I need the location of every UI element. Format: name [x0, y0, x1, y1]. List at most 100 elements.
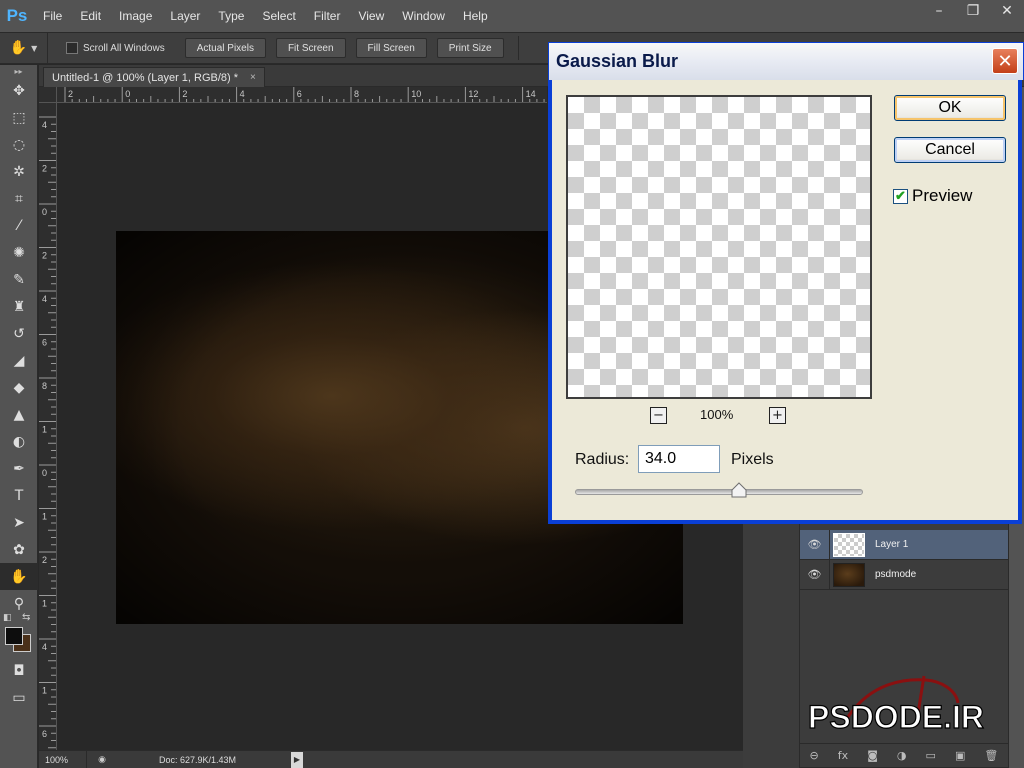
status-arrow-button[interactable]: ▶ — [291, 751, 303, 768]
zoom-out-button[interactable]: − — [650, 407, 667, 424]
fill-screen-button[interactable]: Fill Screen — [355, 38, 427, 58]
preview-label: Preview — [912, 186, 973, 205]
close-icon[interactable]: × — [250, 72, 256, 83]
link-icon[interactable]: ⊖ — [810, 749, 819, 762]
minimize-button[interactable]: – — [922, 0, 956, 22]
crop-icon[interactable]: ⌗ — [0, 185, 38, 212]
custom-shape-icon[interactable]: ✿ — [0, 536, 38, 563]
ok-button[interactable]: OK — [894, 95, 1006, 121]
ruler-tick-label: 4 — [42, 642, 47, 652]
tool-preset-picker[interactable]: ✋ ▼ — [0, 33, 48, 63]
history-brush-icon[interactable]: ↺ — [0, 320, 38, 347]
marquee-icon[interactable]: ⬚ — [0, 104, 38, 131]
radius-slider[interactable] — [575, 489, 863, 495]
cancel-button[interactable]: Cancel — [894, 137, 1006, 163]
eyedropper-icon[interactable]: ⁄ — [0, 212, 38, 239]
photoshop-logo: Ps — [6, 6, 28, 25]
move-icon[interactable]: ✥ — [0, 77, 38, 104]
ruler-tick-label: 12 — [468, 89, 478, 99]
panel-grip[interactable]: ▸▸ — [0, 65, 37, 77]
eraser-icon[interactable]: ◢ — [0, 347, 38, 374]
group-icon[interactable]: ▭ — [926, 749, 936, 762]
pen-icon[interactable]: ✒ — [0, 455, 38, 482]
psdode-watermark: PSDODE.IR — [807, 675, 985, 736]
tools-panel: ▸▸ ✥ ⬚ ◌ ✲ ⌗ ⁄ ✺ ✎ ♜ ↺ ◢ ◆ ▲ ◐ ✒ T ➤ ✿ ✋ ⚲ ◧ ⇆ ◘ ▭ — [0, 65, 38, 768]
ruler-tick-label: 8 — [42, 381, 47, 391]
swap-colors-icon[interactable]: ⇆ — [22, 612, 30, 623]
ruler-tick-label: 0 — [125, 89, 130, 99]
eye-icon[interactable]: 👁 — [800, 559, 830, 590]
ruler-tick-label: 2 — [42, 555, 47, 565]
layer-row-layer-1[interactable]: 👁 Layer 1 — [800, 529, 1008, 560]
eye-icon[interactable]: 👁 — [800, 529, 830, 560]
trash-icon[interactable]: 🗑 — [984, 749, 998, 762]
tool-list: ✥ ⬚ ◌ ✲ ⌗ ⁄ ✺ ✎ ♜ ↺ ◢ ◆ ▲ ◐ ✒ T ➤ ✿ ✋ ⚲ — [0, 77, 38, 617]
paint-bucket-icon[interactable]: ◆ — [0, 374, 38, 401]
magic-wand-icon[interactable]: ✲ — [0, 158, 38, 185]
vertical-ruler[interactable]: 420246810121416 — [39, 103, 57, 750]
ruler-tick-label: 4 — [42, 120, 47, 130]
slider-thumb[interactable] — [731, 482, 747, 498]
menu-view[interactable]: View — [349, 9, 393, 23]
ruler-tick-label: 2 — [42, 251, 47, 261]
default-colors-icon[interactable]: ◧ — [3, 613, 12, 623]
menu-select[interactable]: Select — [253, 9, 304, 23]
fit-screen-button[interactable]: Fit Screen — [275, 38, 346, 58]
ruler-tick-label: 6 — [42, 338, 47, 348]
adjustment-icon[interactable]: ◑ — [897, 749, 907, 762]
menu-layer[interactable]: Layer — [161, 9, 209, 23]
preview-checkbox[interactable]: ✔ Preview — [893, 186, 972, 206]
clone-stamp-icon[interactable]: ♜ — [0, 293, 38, 320]
blur-preview[interactable] — [566, 95, 872, 399]
horizontal-ruler[interactable]: 2 0 2 4 6 8 10 12 14 — [57, 87, 547, 103]
layers-footer: ⊖ fx ◙ ◑ ▭ ▣ 🗑 — [800, 743, 1008, 767]
ruler-tick-label: 0 — [42, 468, 47, 478]
dialog-title: Gaussian Blur — [556, 51, 679, 71]
blur-tool-icon[interactable]: ▲ — [0, 401, 38, 428]
ruler-origin[interactable] — [39, 87, 57, 103]
ruler-tick-label: 0 — [42, 207, 47, 217]
foreground-color-swatch[interactable] — [5, 627, 23, 645]
close-window-button[interactable]: ✕ — [990, 0, 1024, 22]
hand-icon[interactable]: ✋ — [0, 563, 38, 590]
status-menu-icon[interactable]: ◉ — [93, 753, 111, 767]
brush-icon[interactable]: ✎ — [0, 266, 38, 293]
menu-filter[interactable]: Filter — [305, 9, 350, 23]
layer-row-psdmode[interactable]: 👁 psdmode — [800, 559, 1008, 590]
dialog-close-button[interactable]: ✕ — [992, 48, 1018, 74]
new-layer-icon[interactable]: ▣ — [955, 749, 965, 762]
fx-icon[interactable]: fx — [838, 749, 848, 762]
menu-help[interactable]: Help — [454, 9, 497, 23]
healing-brush-icon[interactable]: ✺ — [0, 239, 38, 266]
radius-input[interactable] — [638, 445, 720, 473]
dialog-titlebar[interactable]: Gaussian Blur ✕ — [548, 42, 1024, 80]
photoshop-window: Ps File Edit Image Layer Type Select Fil… — [0, 0, 1024, 768]
checkbox-box[interactable] — [66, 42, 78, 54]
menu-edit[interactable]: Edit — [71, 9, 110, 23]
layer-thumbnail — [833, 532, 865, 557]
restore-button[interactable]: ❐ — [956, 0, 990, 22]
document-tab[interactable]: Untitled-1 @ 100% (Layer 1, RGB/8) * × — [43, 67, 265, 87]
gaussian-blur-dialog: Gaussian Blur ✕ − 100% + OK Cancel ✔ Pre… — [548, 42, 1024, 524]
ruler-tick-label: 14 — [526, 89, 536, 99]
zoom-in-button[interactable]: + — [769, 407, 786, 424]
print-size-button[interactable]: Print Size — [436, 38, 504, 58]
menu-file[interactable]: File — [34, 9, 71, 23]
document-info: Doc: 627.9K/1.43M — [159, 754, 237, 765]
mask-icon[interactable]: ◙ — [867, 749, 878, 762]
menu-image[interactable]: Image — [110, 9, 161, 23]
quick-mask-icon[interactable]: ◘ — [0, 657, 38, 684]
ruler-tick-label: 4 — [240, 89, 245, 99]
hand-icon: ✋ — [9, 40, 28, 56]
dodge-icon[interactable]: ◐ — [0, 428, 38, 455]
lasso-icon[interactable]: ◌ — [0, 131, 38, 158]
scroll-all-windows-checkbox[interactable]: Scroll All Windows — [66, 42, 165, 54]
zoom-level[interactable]: 100% — [39, 750, 87, 768]
actual-pixels-button[interactable]: Actual Pixels — [184, 38, 266, 58]
menu-type[interactable]: Type — [209, 9, 253, 23]
checkbox-checked[interactable]: ✔ — [893, 188, 908, 204]
screen-mode-icon[interactable]: ▭ — [0, 684, 38, 711]
path-selection-icon[interactable]: ➤ — [0, 509, 38, 536]
type-icon[interactable]: T — [0, 482, 38, 509]
menu-window[interactable]: Window — [393, 9, 454, 23]
